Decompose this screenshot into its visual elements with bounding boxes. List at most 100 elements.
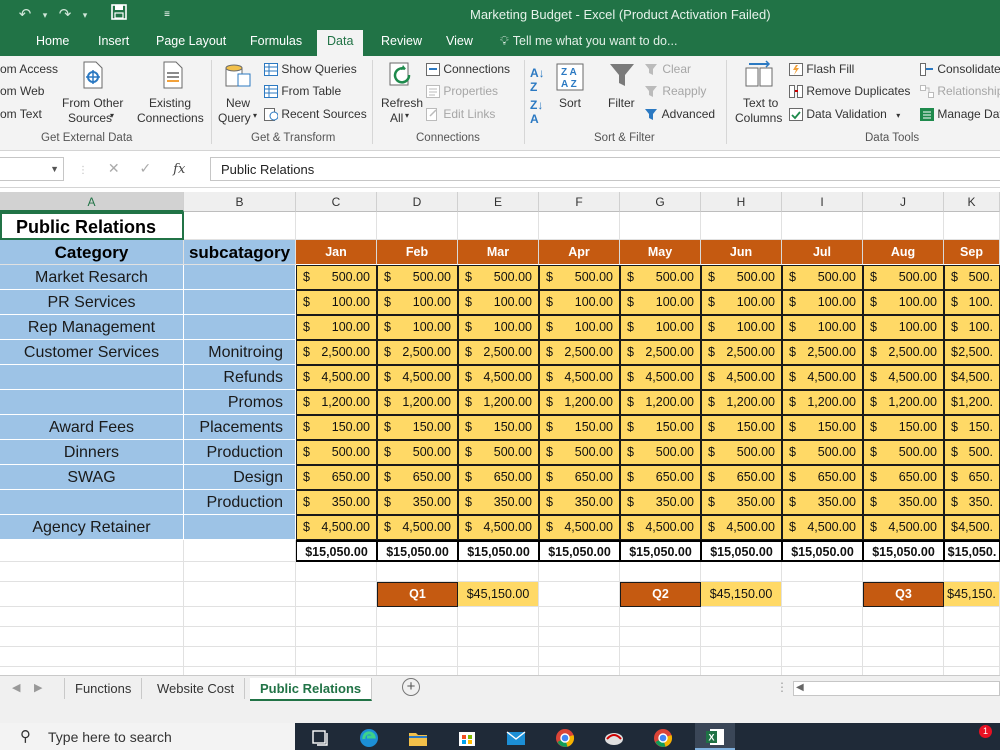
quarter-total-cell[interactable]: $45,150.00 xyxy=(458,582,539,607)
amount-cell[interactable]: $100.00 xyxy=(458,315,539,340)
amount-cell[interactable]: $4,500.00 xyxy=(539,515,620,540)
empty-cell[interactable] xyxy=(296,582,377,607)
subcategory-cell[interactable]: Design xyxy=(184,465,296,490)
amount-cell[interactable]: $4,500.00 xyxy=(863,515,944,540)
empty-cell[interactable] xyxy=(0,647,184,667)
sort-ascending-icon[interactable]: A↓ Z xyxy=(530,66,545,94)
category-cell[interactable]: Dinners xyxy=(0,440,184,465)
empty-cell[interactable] xyxy=(377,212,458,240)
amount-cell[interactable]: $1,200.00 xyxy=(377,390,458,415)
amount-cell[interactable]: $150.00 xyxy=(377,415,458,440)
edge-icon[interactable] xyxy=(358,726,380,748)
sort-descending-icon[interactable]: Z↓ A xyxy=(530,98,543,126)
edit-links-button[interactable]: Edit Links xyxy=(426,107,495,122)
tab-view[interactable]: View xyxy=(446,34,473,48)
amount-cell[interactable]: $100.00 xyxy=(539,315,620,340)
amount-cell[interactable]: $100.00 xyxy=(620,315,701,340)
sheet-title-cell[interactable]: Public Relations xyxy=(0,212,184,240)
empty-cell[interactable] xyxy=(782,582,863,607)
amount-cell[interactable]: $2,500.00 xyxy=(458,340,539,365)
amount-cell[interactable]: $100.00 xyxy=(620,290,701,315)
amount-cell[interactable]: $500.00 xyxy=(620,440,701,465)
amount-cell[interactable]: $150.00 xyxy=(782,415,863,440)
tab-page-layout[interactable]: Page Layout xyxy=(156,34,226,48)
amount-cell[interactable]: $650.00 xyxy=(620,465,701,490)
amount-cell[interactable]: $2,500.00 xyxy=(782,340,863,365)
empty-cell[interactable] xyxy=(620,647,701,667)
amount-cell[interactable]: $4,500.00 xyxy=(377,365,458,390)
monthly-total-cell[interactable]: $15,050.00 xyxy=(863,540,944,562)
amount-cell[interactable]: $350.00 xyxy=(377,490,458,515)
empty-cell[interactable] xyxy=(184,540,296,562)
tab-review[interactable]: Review xyxy=(381,34,422,48)
amount-cell[interactable]: $500.00 xyxy=(377,265,458,290)
empty-cell[interactable] xyxy=(296,627,377,647)
splitter-icon[interactable]: ⋮ xyxy=(776,680,788,694)
empty-cell[interactable] xyxy=(184,212,296,240)
category-header-cell[interactable]: Category xyxy=(0,240,184,265)
chrome-profile-icon[interactable] xyxy=(652,726,674,748)
amount-cell[interactable]: $1,200. xyxy=(944,390,1000,415)
column-header-b[interactable]: B xyxy=(184,192,296,212)
subcategory-cell[interactable]: Production xyxy=(184,440,296,465)
amount-cell[interactable]: $150.00 xyxy=(458,415,539,440)
amount-cell[interactable]: $100.00 xyxy=(539,290,620,315)
reapply-button[interactable]: Reapply xyxy=(645,84,706,98)
amount-cell[interactable]: $100.00 xyxy=(863,290,944,315)
quarter-label-cell[interactable]: Q2 xyxy=(620,582,701,607)
empty-cell[interactable] xyxy=(863,667,944,675)
from-text-button[interactable]: om Text xyxy=(0,107,42,121)
amount-cell[interactable]: $500.00 xyxy=(620,265,701,290)
empty-cell[interactable] xyxy=(944,667,1000,675)
empty-cell[interactable] xyxy=(539,562,620,582)
month-header-jul[interactable]: Jul xyxy=(782,240,863,265)
amount-cell[interactable]: $100.00 xyxy=(296,315,377,340)
quarter-total-cell[interactable]: $45,150.00 xyxy=(701,582,782,607)
refresh-all-button[interactable]: Refresh xyxy=(381,96,423,110)
formula-input[interactable]: Public Relations xyxy=(210,157,1000,181)
amount-cell[interactable]: $100. xyxy=(944,315,1000,340)
month-header-aug[interactable]: Aug xyxy=(863,240,944,265)
column-header-f[interactable]: F xyxy=(539,192,620,212)
redo-dropdown-icon[interactable]: ▾ xyxy=(80,4,90,26)
column-header-k[interactable]: K xyxy=(944,192,1000,212)
column-header-h[interactable]: H xyxy=(701,192,782,212)
subcategory-cell[interactable] xyxy=(184,515,296,540)
empty-cell[interactable] xyxy=(539,212,620,240)
scroll-left-arrow-icon[interactable]: ◀ xyxy=(796,682,804,693)
remove-duplicates-button[interactable]: Remove Duplicates xyxy=(789,84,910,99)
amount-cell[interactable]: $4,500.00 xyxy=(782,515,863,540)
relationships-button[interactable]: Relationships xyxy=(920,84,1000,99)
empty-cell[interactable] xyxy=(0,627,184,647)
amount-cell[interactable]: $100.00 xyxy=(377,315,458,340)
amount-cell[interactable]: $150.00 xyxy=(296,415,377,440)
monthly-total-cell[interactable]: $15,050.00 xyxy=(377,540,458,562)
amount-cell[interactable]: $2,500.00 xyxy=(863,340,944,365)
empty-cell[interactable] xyxy=(539,647,620,667)
amount-cell[interactable]: $4,500.00 xyxy=(458,515,539,540)
existing-connections-button[interactable]: Existing xyxy=(149,96,191,110)
empty-cell[interactable] xyxy=(184,667,296,675)
empty-cell[interactable] xyxy=(539,607,620,627)
amount-cell[interactable]: $1,200.00 xyxy=(458,390,539,415)
amount-cell[interactable]: $500.00 xyxy=(782,440,863,465)
store-icon[interactable] xyxy=(456,726,478,748)
amount-cell[interactable]: $2,500.00 xyxy=(377,340,458,365)
tab-formulas[interactable]: Formulas xyxy=(250,34,302,48)
amount-cell[interactable]: $150.00 xyxy=(539,415,620,440)
mail-icon[interactable] xyxy=(505,726,527,748)
amount-cell[interactable]: $350.00 xyxy=(458,490,539,515)
column-header-e[interactable]: E xyxy=(458,192,539,212)
amount-cell[interactable]: $2,500. xyxy=(944,340,1000,365)
amount-cell[interactable]: $150.00 xyxy=(863,415,944,440)
amount-cell[interactable]: $4,500.00 xyxy=(863,365,944,390)
undo-dropdown-icon[interactable]: ▾ xyxy=(40,4,50,26)
empty-cell[interactable] xyxy=(863,627,944,647)
amount-cell[interactable]: $500.00 xyxy=(539,440,620,465)
empty-cell[interactable] xyxy=(701,647,782,667)
monthly-total-cell[interactable]: $15,050.00 xyxy=(539,540,620,562)
data-validation-button[interactable]: Data Validation ▾ xyxy=(789,107,900,122)
amount-cell[interactable]: $100.00 xyxy=(458,290,539,315)
amount-cell[interactable]: $100.00 xyxy=(701,315,782,340)
scroll-right-icon[interactable]: ▶ xyxy=(34,681,42,694)
